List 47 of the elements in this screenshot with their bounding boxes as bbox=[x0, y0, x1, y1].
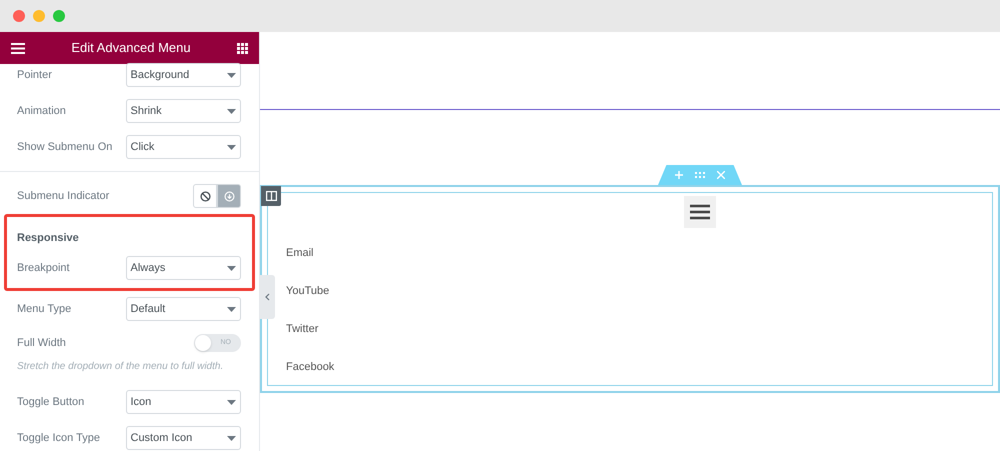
hamburger-icon bbox=[690, 204, 710, 220]
select-field[interactable]: Shrink bbox=[126, 99, 241, 123]
caret-icon bbox=[227, 306, 236, 312]
prohibited-icon bbox=[200, 190, 210, 202]
close-window-button[interactable] bbox=[13, 10, 25, 22]
menu-toggle-button[interactable] bbox=[684, 196, 716, 228]
arrow-down-circle-icon bbox=[224, 190, 234, 202]
chevron-left-icon bbox=[265, 293, 270, 301]
collapse-panel-tab[interactable] bbox=[260, 275, 275, 319]
menu-item-link[interactable]: YouTube bbox=[286, 272, 330, 310]
columns-icon bbox=[266, 191, 276, 201]
minimize-window-button[interactable] bbox=[33, 10, 45, 22]
add-icon[interactable] bbox=[675, 171, 683, 179]
caret-icon bbox=[227, 400, 236, 404]
section-heading: Responsive bbox=[16, 230, 80, 246]
control-label: Animation bbox=[17, 104, 67, 119]
caret-icon bbox=[227, 436, 236, 440]
caret-icon bbox=[227, 72, 236, 78]
column-handle[interactable] bbox=[261, 186, 281, 206]
select-field[interactable]: Custom Icon bbox=[126, 426, 241, 450]
menu-item-link[interactable]: Email bbox=[286, 234, 314, 272]
select-field[interactable]: Default bbox=[126, 297, 241, 321]
caret-icon bbox=[227, 266, 236, 270]
maximize-window-button[interactable] bbox=[53, 10, 65, 22]
menu-item-link[interactable]: Facebook bbox=[286, 348, 334, 386]
none-option[interactable] bbox=[193, 184, 217, 208]
select-field[interactable]: Always bbox=[126, 256, 241, 280]
control-label: Submenu Indicator bbox=[17, 188, 110, 204]
control-label: Toggle Icon Type bbox=[17, 430, 101, 446]
menu-icon[interactable] bbox=[11, 42, 25, 54]
control-label: Toggle Button bbox=[17, 394, 86, 410]
caret-icon bbox=[227, 108, 236, 114]
control-label: Pointer bbox=[17, 68, 53, 83]
control-label: Full Width bbox=[17, 336, 66, 351]
select-field[interactable]: Background bbox=[126, 63, 241, 87]
drag-handle-icon[interactable] bbox=[695, 172, 705, 178]
control-label: Menu Type bbox=[17, 302, 72, 317]
select-field[interactable]: Click bbox=[126, 135, 241, 159]
panel-title: Edit Advanced Menu bbox=[71, 39, 191, 58]
control-label: Show Submenu On bbox=[17, 140, 114, 155]
control-label: Breakpoint bbox=[17, 260, 71, 276]
caret-icon bbox=[227, 144, 236, 150]
close-icon[interactable] bbox=[717, 171, 725, 179]
control-description: Stretch the dropdown of the menu to full width. bbox=[16, 360, 224, 374]
menu-item-link[interactable]: Twitter bbox=[286, 310, 318, 348]
select-field[interactable]: Icon bbox=[126, 390, 241, 414]
grid-icon[interactable] bbox=[237, 42, 248, 54]
